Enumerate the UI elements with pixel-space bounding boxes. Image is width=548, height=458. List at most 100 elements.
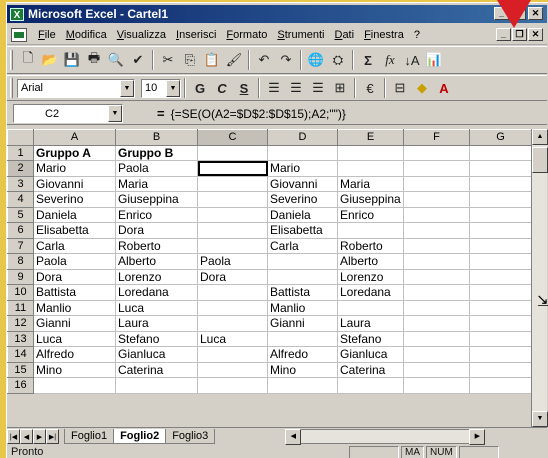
cell-d13[interactable] [267, 330, 338, 347]
scroll-left-icon[interactable]: ◀ [285, 428, 302, 445]
cell-a14[interactable]: Alfredo [33, 346, 116, 363]
excel-icon[interactable]: X [10, 7, 24, 21]
cell-c7[interactable] [197, 237, 268, 254]
cell-g13[interactable] [469, 330, 532, 347]
horizontal-scrollbar[interactable]: ◀ ▶ [285, 428, 486, 445]
tab-foglio1[interactable]: Foglio1 [64, 428, 115, 444]
cell-e10[interactable]: Loredana [337, 284, 404, 301]
cell-b6[interactable]: Dora [115, 222, 198, 239]
cell-b1[interactable]: Gruppo B [115, 144, 198, 161]
save-icon[interactable]: 💾 [61, 50, 83, 71]
bold-button[interactable]: G [189, 78, 211, 99]
cell-a16[interactable] [33, 377, 116, 394]
row-header[interactable]: 11 [7, 299, 34, 316]
menu-visualizza[interactable]: Visualizza [112, 29, 171, 41]
column-header-b[interactable]: B [115, 129, 198, 146]
new-icon[interactable]: 🗋 [17, 50, 39, 71]
chevron-down-icon[interactable]: ▼ [108, 105, 122, 122]
cell-f2[interactable] [403, 160, 470, 177]
cut-icon[interactable]: ✂ [157, 50, 179, 71]
cell-d10[interactable]: Battista [267, 284, 338, 301]
column-header-e[interactable]: E [337, 129, 404, 146]
scroll-down-icon[interactable]: ▼ [532, 411, 548, 427]
cell-b16[interactable] [115, 377, 198, 394]
cell-c4[interactable] [197, 191, 268, 208]
cell-a2[interactable]: Mario [33, 160, 116, 177]
cell-c16[interactable] [197, 377, 268, 394]
doc-minimize-button[interactable]: _ [496, 28, 511, 41]
cell-d4[interactable]: Severino [267, 191, 338, 208]
print-icon[interactable]: 🖶 [83, 50, 105, 71]
cell-f6[interactable] [403, 222, 470, 239]
cell-e4[interactable]: Giuseppina [337, 191, 404, 208]
paste-icon[interactable]: 📋 [201, 50, 223, 71]
cell-f16[interactable] [403, 377, 470, 394]
menu-modifica[interactable]: Modifica [61, 29, 112, 41]
workbook-icon[interactable] [11, 27, 27, 42]
tab-foglio3[interactable]: Foglio3 [165, 428, 216, 444]
doc-close-button[interactable]: ✕ [528, 28, 543, 41]
vertical-scrollbar[interactable]: ▲ ▼ [531, 129, 548, 427]
cell-f8[interactable] [403, 253, 470, 270]
menu-file[interactable]: File [33, 29, 61, 41]
row-header[interactable]: 9 [7, 268, 34, 285]
title-bar[interactable]: X Microsoft Excel - Cartel1 _ □ ✕ [7, 5, 547, 23]
cell-e5[interactable]: Enrico [337, 206, 404, 223]
cell-g4[interactable] [469, 191, 532, 208]
scroll-right-icon[interactable]: ▶ [469, 428, 486, 445]
cell-e13[interactable]: Stefano [337, 330, 404, 347]
cell-a9[interactable]: Dora [33, 268, 116, 285]
cell-b13[interactable]: Stefano [115, 330, 198, 347]
print-preview-icon[interactable]: 🔍 [105, 50, 127, 71]
cell-g8[interactable] [469, 253, 532, 270]
hyperlink-icon[interactable]: 🌐 [305, 50, 327, 71]
cell-c9[interactable]: Dora [197, 268, 268, 285]
cell-a6[interactable]: Elisabetta [33, 222, 116, 239]
cell-b10[interactable]: Loredana [115, 284, 198, 301]
font-color-icon[interactable]: A [433, 78, 455, 99]
first-sheet-icon[interactable]: |◀ [7, 428, 20, 444]
currency-icon[interactable]: € [359, 78, 381, 99]
cell-a10[interactable]: Battista [33, 284, 116, 301]
formula-equals-icon[interactable]: = [157, 106, 165, 121]
cell-e14[interactable]: Gianluca [337, 346, 404, 363]
row-header[interactable]: 6 [7, 222, 34, 239]
open-icon[interactable]: 📂 [39, 50, 61, 71]
cell-c8[interactable]: Paola [197, 253, 268, 270]
cell-a3[interactable]: Giovanni [33, 175, 116, 192]
cell-b12[interactable]: Laura [115, 315, 198, 332]
cell-g12[interactable] [469, 315, 532, 332]
row-header[interactable]: 3 [7, 175, 34, 192]
format-painter-icon[interactable]: 🖌 [223, 50, 245, 71]
cell-d14[interactable]: Alfredo [267, 346, 338, 363]
cell-d12[interactable]: Gianni [267, 315, 338, 332]
cell-c10[interactable] [197, 284, 268, 301]
cell-c12[interactable] [197, 315, 268, 332]
menu-inserisci[interactable]: Inserisci [171, 29, 221, 41]
cell-c14[interactable] [197, 346, 268, 363]
cell-b14[interactable]: Gianluca [115, 346, 198, 363]
cell-f1[interactable] [403, 144, 470, 161]
cell-e12[interactable]: Laura [337, 315, 404, 332]
cell-d2[interactable]: Mario [267, 160, 338, 177]
redo-icon[interactable]: ↷ [275, 50, 297, 71]
cell-b3[interactable]: Maria [115, 175, 198, 192]
cell-g5[interactable] [469, 206, 532, 223]
cell-c6[interactable] [197, 222, 268, 239]
cell-b9[interactable]: Lorenzo [115, 268, 198, 285]
function-icon[interactable]: fx [379, 50, 401, 71]
row-header[interactable]: 2 [7, 160, 34, 177]
web-toolbar-icon[interactable]: ⛭ [327, 50, 349, 71]
row-header[interactable]: 13 [7, 330, 34, 347]
column-header-g[interactable]: G [469, 129, 532, 146]
chevron-down-icon[interactable]: ▼ [120, 79, 134, 97]
column-header-f[interactable]: F [403, 129, 470, 146]
column-header-a[interactable]: A [33, 129, 116, 146]
cell-e3[interactable]: Maria [337, 175, 404, 192]
cell-c11[interactable] [197, 299, 268, 316]
cell-f11[interactable] [403, 299, 470, 316]
cell-a8[interactable]: Paola [33, 253, 116, 270]
cell-b7[interactable]: Roberto [115, 237, 198, 254]
cell-a13[interactable]: Luca [33, 330, 116, 347]
cell-a15[interactable]: Mino [33, 361, 116, 378]
